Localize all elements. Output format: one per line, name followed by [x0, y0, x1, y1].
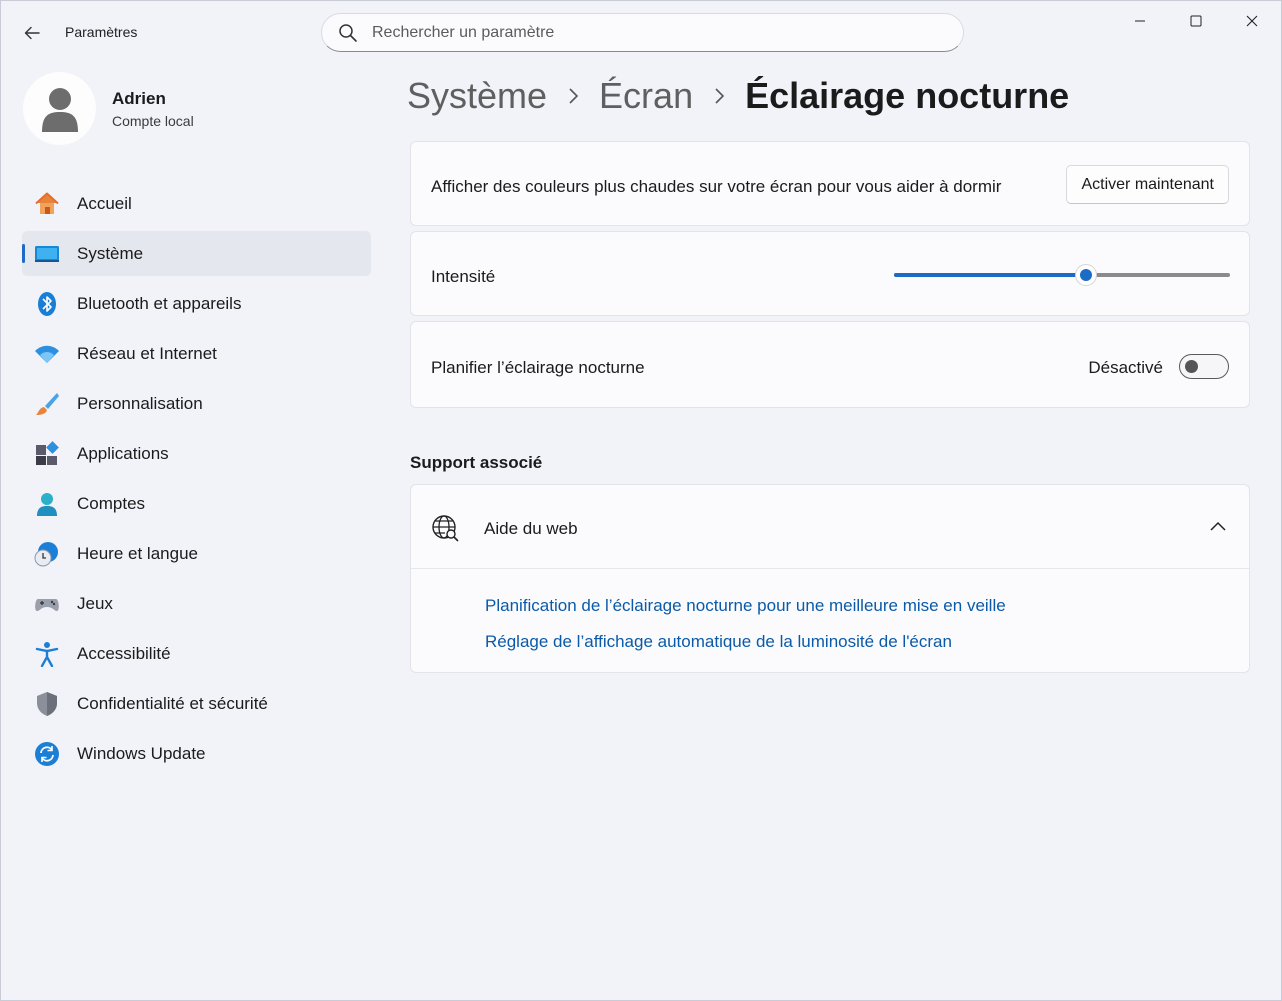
- sidebar-item-label: Accessibilité: [77, 643, 171, 663]
- apps-icon: [34, 440, 60, 467]
- sidebar-item-systeme[interactable]: Système: [22, 231, 371, 276]
- maximize-icon: [1190, 15, 1202, 27]
- slider-thumb[interactable]: [1074, 264, 1097, 286]
- help-link-schedule[interactable]: Planification de l’éclairage nocturne po…: [485, 596, 1006, 616]
- sidebar-item-reseau[interactable]: Réseau et Internet: [22, 331, 371, 376]
- wifi-icon: [34, 341, 60, 367]
- web-help-header[interactable]: Aide du web: [411, 485, 1249, 569]
- chevron-right-icon: [547, 87, 599, 105]
- sidebar-item-label: Confidentialité et sécurité: [77, 693, 268, 713]
- activate-card: Afficher des couleurs plus chaudes sur v…: [410, 141, 1250, 226]
- sidebar-item-label: Applications: [77, 443, 169, 463]
- globe-icon: [432, 515, 459, 542]
- web-help-expander: Aide du web Planification de l’éclairage…: [410, 484, 1250, 673]
- sidebar-item-applications[interactable]: Applications: [22, 431, 371, 476]
- title-bar: Paramètres: [1, 1, 1281, 61]
- slider-fill: [894, 273, 1086, 277]
- brush-icon: [34, 391, 60, 417]
- gamepad-icon: [34, 591, 60, 617]
- bluetooth-icon: [34, 291, 60, 317]
- sidebar-item-label: Système: [77, 243, 144, 263]
- help-link-brightness[interactable]: Réglage de l’affichage automatique de la…: [485, 632, 952, 652]
- avatar: [23, 72, 96, 145]
- breadcrumb-systeme[interactable]: Système: [407, 75, 547, 117]
- back-arrow-icon: [24, 26, 40, 40]
- sidebar-item-label: Accueil: [77, 193, 132, 213]
- toggle-knob: [1185, 360, 1198, 373]
- sidebar-item-label: Heure et langue: [77, 543, 198, 563]
- sidebar-item-label: Comptes: [77, 493, 146, 513]
- system-icon: [34, 241, 60, 267]
- sidebar-item-label: Windows Update: [77, 743, 206, 763]
- intensity-label: Intensité: [431, 267, 496, 286]
- sidebar-item-label: Jeux: [77, 593, 113, 613]
- schedule-label: Planifier l’éclairage nocturne: [431, 358, 645, 377]
- minimize-icon: [1135, 20, 1145, 22]
- sidebar-item-label: Réseau et Internet: [77, 343, 217, 363]
- home-icon: [34, 191, 60, 217]
- app-title: Paramètres: [65, 24, 138, 40]
- maximize-button[interactable]: [1168, 1, 1224, 41]
- search-icon: [339, 23, 357, 42]
- sidebar-item-heure-langue[interactable]: Heure et langue: [22, 531, 371, 576]
- profile-name: Adrien: [112, 88, 166, 108]
- activate-now-button[interactable]: Activer maintenant: [1066, 165, 1229, 204]
- schedule-state-label: Désactivé: [1088, 358, 1163, 377]
- settings-window: Paramètres Adrien Compte loca: [0, 0, 1282, 1001]
- sidebar-item-confidentialite[interactable]: Confidentialité et sécurité: [22, 681, 371, 726]
- update-icon: [34, 741, 60, 767]
- close-button[interactable]: [1224, 1, 1280, 41]
- section-title: Support associé: [410, 453, 543, 472]
- profile-account-type: Compte local: [112, 112, 194, 129]
- user-profile[interactable]: Adrien Compte local: [23, 72, 194, 145]
- intensity-card: Intensité: [410, 231, 1250, 316]
- sidebar-item-bluetooth[interactable]: Bluetooth et appareils: [22, 281, 371, 326]
- sidebar-item-label: Bluetooth et appareils: [77, 293, 242, 313]
- user-avatar-icon: [41, 87, 78, 132]
- sidebar-item-comptes[interactable]: Comptes: [22, 481, 371, 526]
- search-box[interactable]: [321, 13, 964, 52]
- sidebar-item-personnalisation[interactable]: Personnalisation: [22, 381, 371, 426]
- chevron-right-icon: [693, 87, 745, 105]
- intensity-slider[interactable]: [894, 262, 1230, 288]
- breadcrumb: Système Écran Éclairage nocturne: [407, 75, 1069, 117]
- account-icon: [34, 491, 60, 517]
- back-button[interactable]: [15, 19, 49, 47]
- sidebar-item-label: Personnalisation: [77, 393, 203, 413]
- page-title: Éclairage nocturne: [745, 75, 1070, 116]
- activate-description: Afficher des couleurs plus chaudes sur v…: [431, 177, 1002, 196]
- sidebar-item-accueil[interactable]: Accueil: [22, 181, 371, 226]
- sidebar-item-jeux[interactable]: Jeux: [22, 581, 371, 626]
- sidebar-item-windows-update[interactable]: Windows Update: [22, 731, 371, 776]
- accessibility-icon: [34, 641, 60, 667]
- clock-globe-icon: [34, 541, 60, 567]
- schedule-toggle[interactable]: [1179, 354, 1229, 379]
- sidebar-item-accessibilite[interactable]: Accessibilité: [22, 631, 371, 676]
- chevron-up-icon: [1210, 521, 1226, 531]
- minimize-button[interactable]: [1112, 1, 1168, 41]
- shield-icon: [34, 691, 60, 717]
- sidebar-nav: Accueil Système Bluetooth et appareils R…: [22, 181, 371, 781]
- breadcrumb-ecran[interactable]: Écran: [599, 75, 693, 117]
- close-icon: [1246, 15, 1258, 27]
- schedule-card: Planifier l’éclairage nocturne Désactivé: [410, 321, 1250, 408]
- search-input[interactable]: [372, 23, 912, 42]
- web-help-title: Aide du web: [484, 519, 578, 538]
